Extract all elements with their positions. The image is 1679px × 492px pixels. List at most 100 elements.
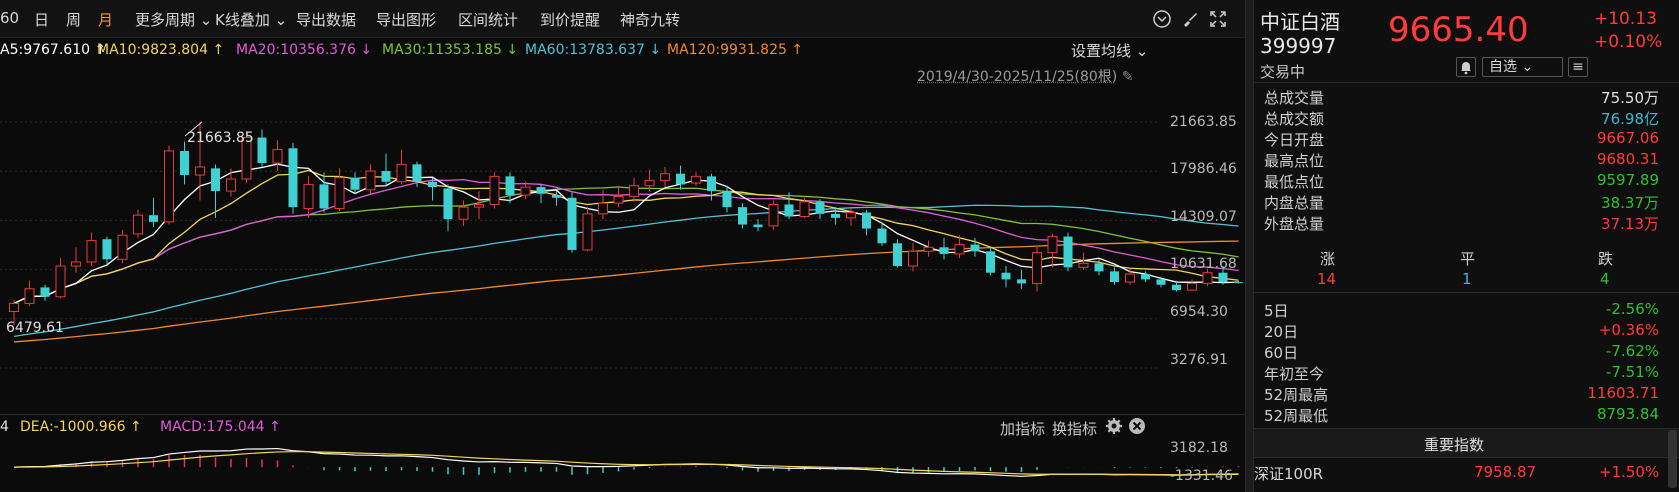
export-image-button[interactable]: 导出图形: [376, 9, 436, 30]
candle[interactable]: [536, 184, 546, 204]
fullscreen-icon[interactable]: [1208, 9, 1228, 29]
candle[interactable]: [474, 191, 484, 220]
candle-body: [381, 171, 391, 182]
candle[interactable]: [613, 185, 624, 208]
period-value: -7.62%: [1605, 342, 1659, 360]
candle-body: [1032, 252, 1042, 284]
candle[interactable]: [1047, 233, 1058, 268]
pin-icon[interactable]: ✎: [1122, 69, 1134, 85]
candle[interactable]: [923, 240, 934, 257]
candle[interactable]: [458, 200, 469, 226]
candle[interactable]: [862, 209, 871, 236]
candle[interactable]: [396, 149, 407, 185]
collapse-icon[interactable]: [1152, 9, 1172, 29]
scrollbar[interactable]: [1668, 430, 1677, 488]
k-overlay-dropdown[interactable]: K线叠加 ⌄: [215, 9, 287, 30]
candle[interactable]: [660, 167, 670, 188]
candle[interactable]: [381, 153, 391, 186]
candle[interactable]: [257, 129, 267, 168]
candle[interactable]: [1063, 232, 1073, 272]
menu-icon[interactable]: ≡: [1568, 57, 1588, 77]
candle[interactable]: [319, 172, 329, 213]
candle[interactable]: [133, 209, 143, 238]
add-indicator-button[interactable]: 加指标: [1000, 418, 1045, 439]
candle[interactable]: [288, 142, 298, 214]
close-icon[interactable]: [1128, 417, 1146, 439]
candle[interactable]: [722, 185, 732, 213]
candle[interactable]: [1234, 280, 1243, 284]
candle[interactable]: [629, 177, 639, 202]
candle[interactable]: [1156, 276, 1166, 288]
ma-settings-dropdown[interactable]: 设置均线 ⌄: [1071, 40, 1148, 61]
candle[interactable]: [149, 197, 158, 228]
candle[interactable]: [334, 168, 345, 212]
candle[interactable]: [443, 184, 453, 232]
period-month[interactable]: 月: [98, 9, 113, 30]
export-data-button[interactable]: 导出数据: [296, 9, 356, 30]
candle[interactable]: [117, 229, 128, 264]
candle[interactable]: [1017, 270, 1026, 289]
candle[interactable]: [164, 145, 174, 225]
candle-body: [350, 177, 360, 190]
candle[interactable]: [908, 243, 918, 272]
watchlist-dropdown[interactable]: 自选 ⌄: [1482, 57, 1563, 77]
range-stats-button[interactable]: 区间统计: [458, 9, 518, 30]
candle[interactable]: [86, 232, 97, 267]
candle[interactable]: [815, 199, 825, 220]
candle[interactable]: [939, 237, 949, 260]
candle[interactable]: [831, 207, 840, 225]
candle[interactable]: [1187, 279, 1197, 292]
candle[interactable]: [582, 207, 593, 252]
candle-body: [1234, 282, 1243, 284]
candle[interactable]: [303, 176, 314, 218]
candle[interactable]: [707, 173, 716, 201]
magic-nine-button[interactable]: 神奇九转: [620, 9, 680, 30]
candle[interactable]: [1032, 245, 1042, 292]
candle[interactable]: [55, 257, 66, 299]
stat-row: 总成交额 76.98亿: [1264, 108, 1669, 130]
candle[interactable]: [272, 140, 283, 172]
candle-body: [458, 206, 469, 220]
stat-value: 9597.89: [1596, 171, 1659, 189]
divider: [1254, 82, 1679, 83]
candle[interactable]: [768, 200, 779, 230]
candle-body: [970, 244, 980, 252]
ma-settings-label: 设置均线: [1071, 42, 1132, 60]
candle[interactable]: [738, 203, 747, 229]
bell-icon[interactable]: [1456, 57, 1476, 77]
candle[interactable]: [71, 247, 81, 273]
candle[interactable]: [753, 219, 763, 232]
candle[interactable]: [1001, 266, 1011, 288]
candle[interactable]: [1125, 268, 1135, 285]
divider: [1254, 292, 1679, 293]
candle[interactable]: [567, 192, 577, 253]
ma60-value: MA60:13783.637 ↓: [525, 42, 661, 58]
candle[interactable]: [676, 165, 685, 190]
period-week[interactable]: 周: [66, 9, 81, 30]
candle[interactable]: [350, 172, 360, 194]
stat-row: 最低点位 9597.89: [1264, 171, 1669, 193]
candle[interactable]: [180, 141, 189, 185]
candle[interactable]: [24, 280, 35, 307]
candle[interactable]: [489, 172, 500, 209]
candle[interactable]: [986, 247, 995, 276]
candle[interactable]: [40, 284, 50, 301]
period-60[interactable]: 60: [0, 9, 19, 27]
macd-chart[interactable]: 3182.18 -1331.46: [0, 440, 1245, 492]
brush-icon[interactable]: [1180, 9, 1200, 29]
switch-indicator-button[interactable]: 换指标: [1052, 418, 1097, 439]
period-day[interactable]: 日: [34, 9, 49, 30]
more-periods-dropdown[interactable]: 更多周期 ⌄: [135, 9, 212, 30]
index-row[interactable]: 深证100R 7958.87 +1.50%: [1254, 461, 1679, 485]
gear-icon[interactable]: [1105, 417, 1123, 439]
panel-splitter[interactable]: [1245, 0, 1254, 492]
candle[interactable]: [365, 164, 376, 194]
price-change-pct: +0.10%: [1594, 32, 1663, 52]
candle[interactable]: [691, 172, 701, 186]
candle[interactable]: [893, 239, 902, 268]
candlestick-chart[interactable]: 21663.85 17986.46 14309.07 10631.68 6954…: [0, 84, 1245, 414]
low-annotation: 6479.61: [6, 320, 64, 336]
macd-arrow: ↑: [269, 419, 281, 435]
candle[interactable]: [102, 236, 112, 265]
price-alert-button[interactable]: 到价提醒: [540, 9, 600, 30]
